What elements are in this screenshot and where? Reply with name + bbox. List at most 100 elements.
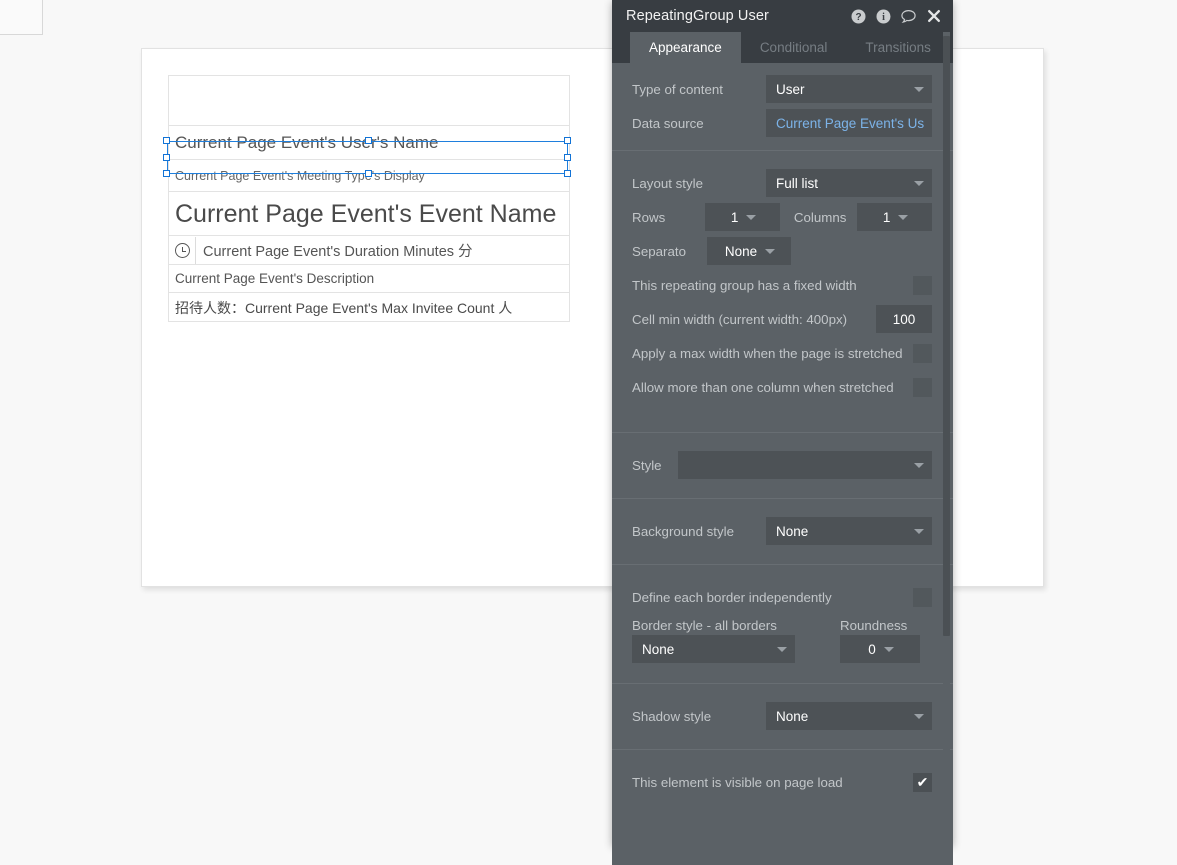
section-background: Background style None	[612, 499, 953, 565]
label-define-border: Define each border independently	[632, 589, 832, 605]
chevron-down-icon	[746, 214, 757, 220]
editor-root: Current Page Event's User's Name Current…	[0, 0, 1177, 865]
dropdown-separator[interactable]: None	[706, 237, 791, 265]
label-max-width: Apply a max width when the page is stret…	[632, 345, 903, 361]
text-invitee-count[interactable]: 招待人数：Current Page Event's Max Invitee Co…	[168, 292, 570, 322]
label-shadow-style: Shadow style	[632, 708, 712, 724]
panel-body: Type of content User Data source Current…	[612, 63, 953, 865]
row-layout-style: Layout style Full list	[612, 166, 953, 200]
close-icon[interactable]	[926, 9, 941, 24]
check-icon: ✔	[916, 774, 929, 790]
row-data-source: Data source Current Page Event's User	[612, 106, 953, 140]
panel-header: RepeatingGroup User ? i	[612, 0, 953, 32]
row-rows-columns: Rows 1 Columns 1	[612, 200, 953, 234]
resize-handle-bottom-center[interactable]	[365, 170, 372, 177]
label-roundness: Roundness	[840, 618, 908, 633]
cell-blank-area[interactable]	[168, 75, 570, 125]
checkbox-max-width[interactable]	[913, 343, 932, 363]
value-data-source: Current Page Event's User	[776, 115, 924, 131]
chevron-down-icon	[883, 646, 894, 652]
clock-icon	[169, 236, 196, 264]
resize-handle-top-center[interactable]	[365, 137, 372, 144]
label-style: Style	[632, 457, 662, 473]
repeating-group-container[interactable]: Current Page Event's User's Name Current…	[168, 75, 570, 322]
chevron-down-icon	[914, 528, 924, 534]
panel-scrollbar-thumb[interactable]	[943, 36, 950, 636]
row-multi-column: Allow more than one column when stretche…	[612, 370, 953, 404]
dropdown-background-style[interactable]: None	[766, 517, 932, 545]
row-type-of-content: Type of content User	[612, 72, 953, 106]
section-data: Type of content User Data source Current…	[612, 63, 953, 151]
tab-transitions[interactable]: Transitions	[846, 32, 950, 63]
label-layout-style: Layout style	[632, 175, 703, 191]
chevron-down-icon	[765, 248, 776, 254]
row-border-controls: None 0	[612, 633, 953, 667]
resize-handle-middle-left[interactable]	[163, 154, 170, 161]
dropdown-type-of-content[interactable]: User	[766, 75, 932, 103]
help-icon[interactable]: ?	[851, 9, 866, 24]
svg-text:?: ?	[855, 12, 861, 23]
comment-icon[interactable]	[901, 9, 916, 24]
chevron-down-icon	[914, 462, 924, 468]
checkbox-visible-on-load[interactable]: ✔	[913, 772, 932, 792]
row-duration[interactable]: Current Page Event's Duration Minutes 分	[168, 235, 570, 264]
label-background-style: Background style	[632, 523, 734, 539]
row-cell-min-width: Cell min width (current width: 400px) 10…	[612, 302, 953, 336]
panel-title: RepeatingGroup User	[626, 8, 769, 24]
label-border-style: Border style - all borders	[632, 618, 777, 633]
label-visible-on-load: This element is visible on page load	[632, 774, 843, 790]
chevron-down-icon	[777, 646, 787, 652]
label-type-of-content: Type of content	[632, 81, 723, 97]
svg-text:i: i	[882, 12, 885, 23]
resize-handle-bottom-left[interactable]	[163, 170, 170, 177]
checkbox-define-border[interactable]	[913, 587, 932, 607]
text-event-name[interactable]: Current Page Event's Event Name	[168, 191, 570, 235]
dropdown-roundness[interactable]: 0	[840, 635, 920, 663]
label-multi-column: Allow more than one column when stretche…	[632, 379, 894, 395]
tab-appearance[interactable]: Appearance	[630, 32, 741, 63]
section-layout: Layout style Full list Rows 1 Columns 1	[612, 151, 953, 433]
label-fixed-width: This repeating group has a fixed width	[632, 277, 857, 293]
chevron-down-icon	[898, 214, 909, 220]
text-description[interactable]: Current Page Event's Description	[168, 264, 570, 292]
panel-tabbar: Appearance Conditional Transitions	[612, 32, 953, 63]
input-cell-min-width[interactable]: 100	[876, 305, 932, 333]
field-data-source[interactable]: Current Page Event's User	[766, 109, 932, 137]
resize-handle-middle-right[interactable]	[564, 154, 571, 161]
resize-handle-bottom-right[interactable]	[564, 170, 571, 177]
tab-conditional[interactable]: Conditional	[741, 32, 847, 63]
text-duration: Current Page Event's Duration Minutes 分	[203, 243, 473, 260]
row-background-style: Background style None	[612, 514, 953, 548]
dropdown-style[interactable]	[678, 451, 932, 479]
dropdown-shadow-style[interactable]: None	[766, 702, 932, 730]
row-visible-on-load: This element is visible on page load ✔	[612, 765, 953, 799]
dropdown-layout-style[interactable]: Full list	[766, 169, 932, 197]
checkbox-fixed-width[interactable]	[913, 275, 932, 295]
label-data-source: Data source	[632, 115, 704, 131]
row-style: Style	[612, 448, 953, 482]
checkbox-multi-column[interactable]	[913, 377, 932, 397]
resize-handle-top-left[interactable]	[163, 137, 170, 144]
value-rows: 1	[730, 209, 739, 225]
resize-handle-top-right[interactable]	[564, 137, 571, 144]
value-background-style: None	[776, 523, 809, 539]
value-columns: 1	[882, 209, 891, 225]
dropdown-rows[interactable]: 1	[705, 203, 780, 231]
dropdown-border-style[interactable]: None	[632, 635, 795, 663]
row-shadow-style: Shadow style None	[612, 699, 953, 733]
row-border-headers: Border style - all borders Roundness	[612, 614, 953, 633]
label-columns: Columns	[793, 209, 847, 225]
chevron-down-icon	[914, 180, 924, 186]
section-style: Style	[612, 433, 953, 499]
chevron-down-icon	[914, 713, 924, 719]
row-separator: Separato None	[612, 234, 953, 268]
dropdown-columns[interactable]: 1	[857, 203, 932, 231]
corner-stub	[0, 0, 43, 35]
value-shadow-style: None	[776, 708, 809, 724]
info-icon[interactable]: i	[876, 9, 891, 24]
value-roundness: 0	[868, 641, 876, 657]
section-visibility: This element is visible on page load ✔	[612, 750, 953, 809]
row-fixed-width: This repeating group has a fixed width	[612, 268, 953, 302]
row-define-border: Define each border independently	[612, 580, 953, 614]
label-cell-min-width: Cell min width (current width: 400px)	[632, 311, 848, 327]
